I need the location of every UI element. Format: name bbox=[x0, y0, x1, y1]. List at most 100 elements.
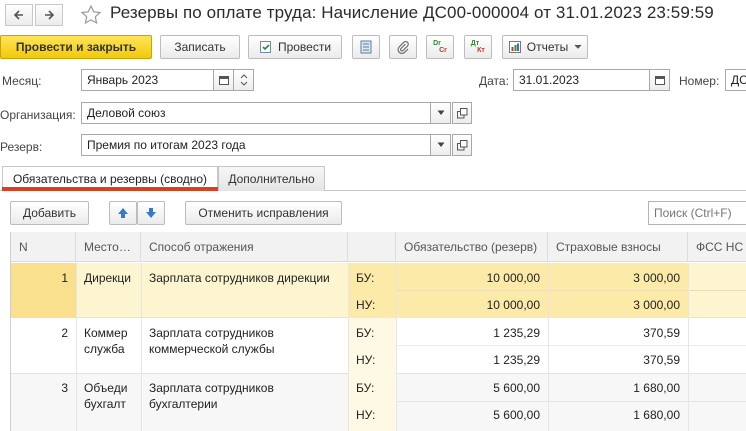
number-label: Номер: bbox=[679, 74, 720, 88]
organization-label: Организация: bbox=[0, 108, 76, 122]
month-label: Месяц: bbox=[2, 74, 42, 88]
nu-label: НУ: bbox=[356, 408, 376, 422]
month-calendar-button[interactable] bbox=[214, 69, 234, 91]
window-title: Резервы по оплате труда: Начисление ДС00… bbox=[110, 3, 714, 22]
bu-obligation: 10 000,00 bbox=[486, 271, 540, 285]
tab-additional[interactable]: Дополнительно bbox=[218, 166, 325, 191]
row-method-line2: коммерческой службы bbox=[149, 342, 275, 356]
bu-label: БУ: bbox=[356, 381, 375, 395]
row-method: Зарплата сотрудников bbox=[149, 326, 274, 340]
reserve-label: Резерв: bbox=[0, 140, 43, 154]
nu-obligation: 10 000,00 bbox=[486, 298, 540, 312]
post-and-close-button[interactable]: Провести и закрыть bbox=[0, 35, 152, 59]
row-place: Объеди bbox=[84, 381, 128, 395]
nu-label: НУ: bbox=[356, 353, 376, 367]
open-window-icon bbox=[456, 139, 467, 150]
row-place: Дирекци bbox=[84, 271, 132, 285]
reserve-open-button[interactable] bbox=[452, 134, 472, 156]
row-method: Зарплата сотрудников bbox=[149, 381, 274, 395]
arrow-right-icon bbox=[45, 10, 55, 20]
arrow-down-icon bbox=[146, 208, 156, 218]
bu-insurance: 3 000,00 bbox=[633, 271, 680, 285]
column-separator bbox=[76, 263, 77, 431]
favorite-star-button[interactable] bbox=[80, 4, 102, 26]
column-header-n[interactable]: N bbox=[11, 232, 76, 262]
reports-button-label: Отчеты bbox=[526, 40, 569, 54]
row-number: 1 bbox=[61, 271, 68, 285]
chevron-down-icon bbox=[574, 44, 582, 49]
row-divider bbox=[396, 401, 746, 402]
date-field[interactable]: 31.01.2023 bbox=[513, 69, 650, 91]
list-icon bbox=[360, 40, 372, 54]
column-separator bbox=[348, 263, 349, 431]
forward-button[interactable] bbox=[35, 4, 63, 26]
column-header-method[interactable]: Способ отражения bbox=[141, 232, 348, 262]
move-up-button[interactable] bbox=[109, 201, 137, 225]
reports-button[interactable]: Отчеты bbox=[502, 35, 588, 59]
save-button[interactable]: Записать bbox=[160, 35, 240, 59]
paperclip-icon bbox=[397, 41, 409, 54]
move-down-button[interactable] bbox=[137, 201, 165, 225]
attach-file-button[interactable] bbox=[389, 35, 417, 59]
nu-insurance: 1 680,00 bbox=[633, 408, 680, 422]
dr-label: Dr bbox=[433, 40, 441, 47]
active-tab-underline bbox=[2, 187, 218, 191]
nu-insurance: 3 000,00 bbox=[633, 298, 680, 312]
row-divider bbox=[396, 345, 746, 346]
document-list-button[interactable] bbox=[352, 35, 380, 59]
nu-obligation: 5 600,00 bbox=[493, 408, 540, 422]
row-place-line2: бухгалт bbox=[84, 397, 126, 411]
column-header-place[interactable]: Место… bbox=[76, 232, 141, 262]
cr-label: Cr bbox=[439, 47, 447, 54]
column-header-fss[interactable]: ФСС НС bbox=[688, 232, 746, 262]
date-label: Дата: bbox=[479, 74, 509, 88]
chevron-down-icon bbox=[437, 142, 444, 147]
bu-insurance: 370,59 bbox=[643, 326, 680, 340]
organization-dropdown-button[interactable] bbox=[431, 102, 451, 124]
add-row-button[interactable]: Добавить bbox=[10, 201, 89, 225]
month-spinner[interactable] bbox=[234, 69, 254, 91]
row-place-line2: служба bbox=[84, 342, 125, 356]
dt-cr-button[interactable]: Dr Cr bbox=[426, 35, 454, 59]
post-button-label: Провести bbox=[277, 40, 332, 54]
nu-obligation: 1 235,29 bbox=[493, 353, 540, 367]
organization-field[interactable]: Деловой союз bbox=[81, 102, 431, 124]
back-button[interactable] bbox=[5, 4, 33, 26]
column-separator bbox=[396, 263, 397, 431]
bu-label: БУ: bbox=[356, 271, 375, 285]
reserve-dropdown-button[interactable] bbox=[431, 134, 451, 156]
column-header-obligation[interactable]: Обязательство (резерв) bbox=[396, 232, 548, 262]
star-icon bbox=[80, 4, 102, 25]
search-input[interactable] bbox=[648, 201, 746, 225]
bu-insurance: 1 680,00 bbox=[633, 381, 680, 395]
column-separator bbox=[141, 263, 142, 431]
cancel-fixes-button[interactable]: Отменить исправления bbox=[185, 201, 342, 225]
row-place: Коммер bbox=[84, 326, 128, 340]
arrow-left-icon bbox=[13, 10, 23, 20]
column-header-accounting-type[interactable] bbox=[348, 232, 396, 262]
post-document-icon bbox=[259, 41, 271, 53]
chevron-down-icon bbox=[437, 110, 444, 115]
number-field[interactable]: ДС bbox=[725, 69, 746, 91]
nu-insurance: 370,59 bbox=[643, 353, 680, 367]
month-field[interactable]: Январь 2023 bbox=[81, 69, 214, 91]
organization-open-button[interactable] bbox=[452, 102, 472, 124]
open-window-icon bbox=[456, 107, 467, 118]
calendar-icon bbox=[218, 76, 229, 85]
reserve-field[interactable]: Премия по итогам 2023 года bbox=[81, 134, 431, 156]
post-button[interactable]: Провести bbox=[248, 35, 342, 59]
dt-kt-button[interactable]: Дт Кт bbox=[464, 35, 492, 59]
row-number: 3 bbox=[61, 381, 68, 395]
spinner-arrows-icon bbox=[240, 74, 247, 86]
date-calendar-button[interactable] bbox=[650, 69, 670, 91]
row-method: Зарплата сотрудников дирекции bbox=[149, 271, 330, 285]
dt-label: Дт bbox=[470, 40, 480, 47]
column-separator bbox=[688, 263, 689, 431]
column-header-insurance[interactable]: Страховые взносы bbox=[548, 232, 688, 262]
row-method-line2: бухгалтерии bbox=[149, 397, 218, 411]
column-separator bbox=[548, 263, 549, 431]
calendar-icon bbox=[654, 76, 665, 85]
report-icon bbox=[508, 41, 521, 53]
nu-label: НУ: bbox=[356, 298, 376, 312]
bu-obligation: 5 600,00 bbox=[493, 381, 540, 395]
